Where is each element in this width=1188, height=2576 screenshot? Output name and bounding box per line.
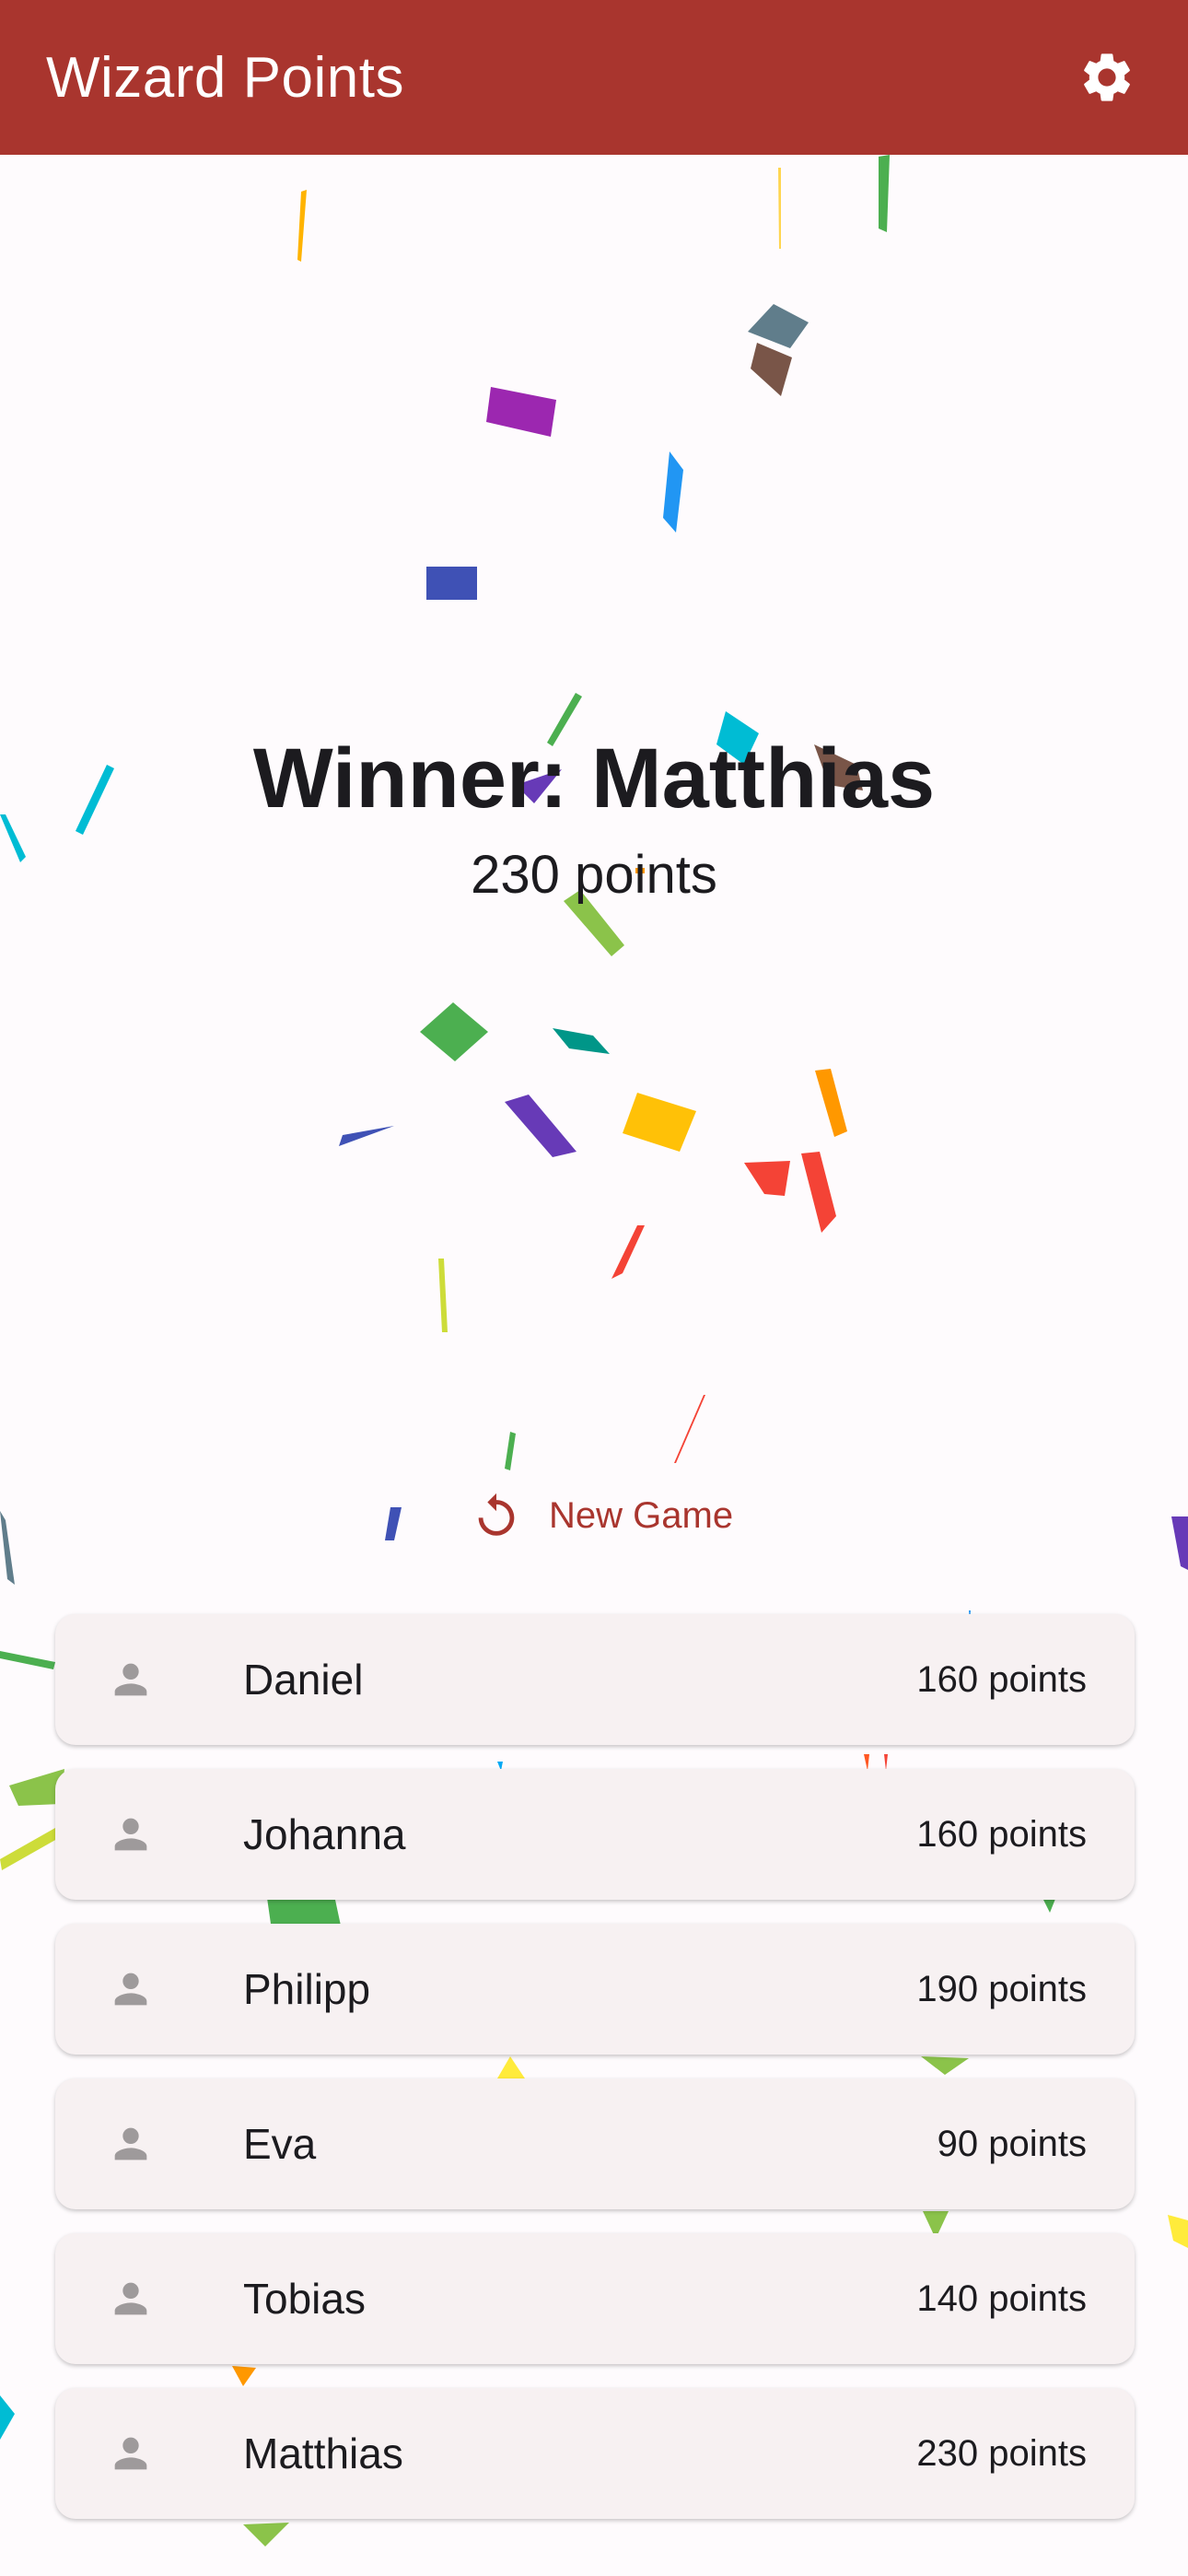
- person-icon: [114, 2282, 147, 2315]
- confetti-piece: [663, 451, 683, 533]
- settings-button[interactable]: [1070, 41, 1144, 114]
- player-name: Matthias: [243, 2430, 403, 2477]
- confetti-piece: [426, 567, 477, 600]
- player-card[interactable]: Matthias 230 points: [55, 2388, 1135, 2519]
- confetti-piece: [1171, 1516, 1188, 1570]
- player-card[interactable]: Eva 90 points: [55, 2078, 1135, 2209]
- confetti-piece: [297, 190, 307, 262]
- player-name: Johanna: [243, 1810, 406, 1858]
- player-card[interactable]: Philipp 190 points: [55, 1924, 1135, 2055]
- confetti-piece: [778, 168, 781, 249]
- confetti-piece: [339, 1126, 394, 1146]
- player-card[interactable]: Daniel 160 points: [55, 1614, 1135, 1745]
- player-points: 140 points: [916, 2277, 1087, 2319]
- gear-icon: [1084, 53, 1130, 101]
- confetti-piece: [611, 1225, 645, 1279]
- winner-points: 230 points: [471, 845, 717, 905]
- app-bar: Wizard Points: [0, 0, 1188, 155]
- confetti-piece: [879, 155, 890, 232]
- person-icon: [114, 1663, 147, 1696]
- confetti-piece: [751, 343, 792, 396]
- confetti-piece: [1168, 2215, 1188, 2248]
- person-icon: [114, 1973, 147, 2006]
- player-points: 160 points: [916, 1658, 1087, 1700]
- player-points: 190 points: [916, 1968, 1087, 2009]
- player-card[interactable]: Johanna 160 points: [55, 1769, 1135, 1900]
- confetti-piece: [674, 1395, 705, 1463]
- person-icon: [114, 1818, 147, 1851]
- confetti-piece: [801, 1152, 836, 1233]
- player-name: Tobias: [243, 2275, 366, 2323]
- player-list: Daniel 160 points Johanna 160 points Phi…: [55, 1614, 1135, 2543]
- winner-section: Winner: Matthias 230 points: [0, 728, 1188, 912]
- player-points: 160 points: [916, 1813, 1087, 1855]
- confetti-piece: [505, 1432, 516, 1470]
- player-name: Daniel: [243, 1656, 364, 1704]
- confetti-piece: [553, 1028, 610, 1054]
- winner-title: Winner: Matthias: [252, 732, 936, 825]
- confetti-piece: [0, 2395, 15, 2440]
- person-icon: [114, 2127, 147, 2160]
- confetti-piece: [385, 1507, 402, 1540]
- confetti-piece: [0, 1828, 57, 1870]
- confetti-piece: [748, 304, 809, 348]
- confetti-piece: [438, 1259, 448, 1332]
- new-game-label: New Game: [549, 1494, 734, 1536]
- confetti-piece: [505, 1095, 577, 1157]
- player-points: 90 points: [937, 2123, 1087, 2164]
- confetti-piece: [486, 387, 556, 437]
- confetti-piece: [0, 1651, 55, 1669]
- player-name: Philipp: [243, 1965, 371, 2013]
- confetti-piece: [623, 1093, 696, 1152]
- player-points: 230 points: [916, 2432, 1087, 2474]
- confetti-piece: [815, 1069, 847, 1137]
- confetti-piece: [0, 1511, 15, 1585]
- app-title: Wizard Points: [46, 45, 404, 110]
- new-game-button[interactable]: New Game: [451, 1479, 751, 1552]
- player-name: Eva: [243, 2120, 317, 2168]
- person-icon: [114, 2437, 147, 2470]
- player-card[interactable]: Tobias 140 points: [55, 2233, 1135, 2364]
- confetti-piece: [744, 1161, 790, 1196]
- restart-icon: [478, 1493, 515, 1536]
- confetti-piece: [420, 1002, 488, 1061]
